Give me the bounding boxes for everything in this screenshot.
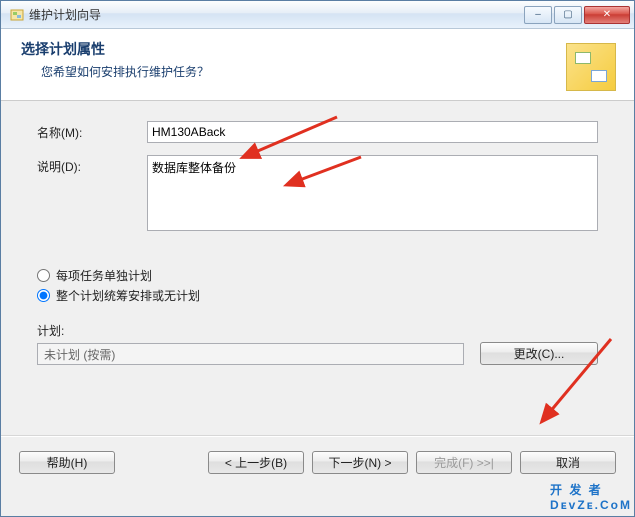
plan-value-display: 未计划 (按需) <box>37 343 464 365</box>
radio-separate-schedule[interactable] <box>37 269 50 282</box>
titlebar: 维护计划向导 – ▢ ✕ <box>1 1 634 29</box>
app-icon <box>9 7 25 23</box>
name-label: 名称(M): <box>37 121 147 141</box>
description-label: 说明(D): <box>37 155 147 175</box>
name-input[interactable] <box>147 121 598 143</box>
page-subtitle: 您希望如何安排执行维护任务？ <box>41 63 618 80</box>
watermark: 开 发 者 DᴇᴠZᴇ.CᴏM <box>550 481 632 512</box>
cancel-button[interactable]: 取消 <box>520 451 616 474</box>
wizard-icon <box>566 43 616 91</box>
description-input[interactable]: 数据库整体备份 <box>147 155 598 231</box>
radio-single-schedule[interactable] <box>37 289 50 302</box>
back-button[interactable]: < 上一步(B) <box>208 451 304 474</box>
maximize-button[interactable]: ▢ <box>554 6 582 24</box>
radio-separate-label: 每项任务单独计划 <box>56 267 152 284</box>
finish-button: 完成(F) >>| <box>416 451 512 474</box>
radio-single-label: 整个计划统筹安排或无计划 <box>56 287 200 304</box>
content-area: 名称(M): 说明(D): 数据库整体备份 每项任务单独计划 整个计划统筹安排或… <box>1 101 634 427</box>
close-button[interactable]: ✕ <box>584 6 630 24</box>
page-title: 选择计划属性 <box>21 39 618 59</box>
wizard-header: 选择计划属性 您希望如何安排执行维护任务？ <box>1 29 634 101</box>
window-title: 维护计划向导 <box>29 6 524 23</box>
footer: 帮助(H) < 上一步(B) 下一步(N) > 完成(F) >>| 取消 <box>1 437 634 488</box>
minimize-button[interactable]: – <box>524 6 552 24</box>
next-button[interactable]: 下一步(N) > <box>312 451 408 474</box>
plan-section-label: 计划: <box>37 322 598 339</box>
help-button[interactable]: 帮助(H) <box>19 451 115 474</box>
change-button[interactable]: 更改(C)... <box>480 342 598 365</box>
